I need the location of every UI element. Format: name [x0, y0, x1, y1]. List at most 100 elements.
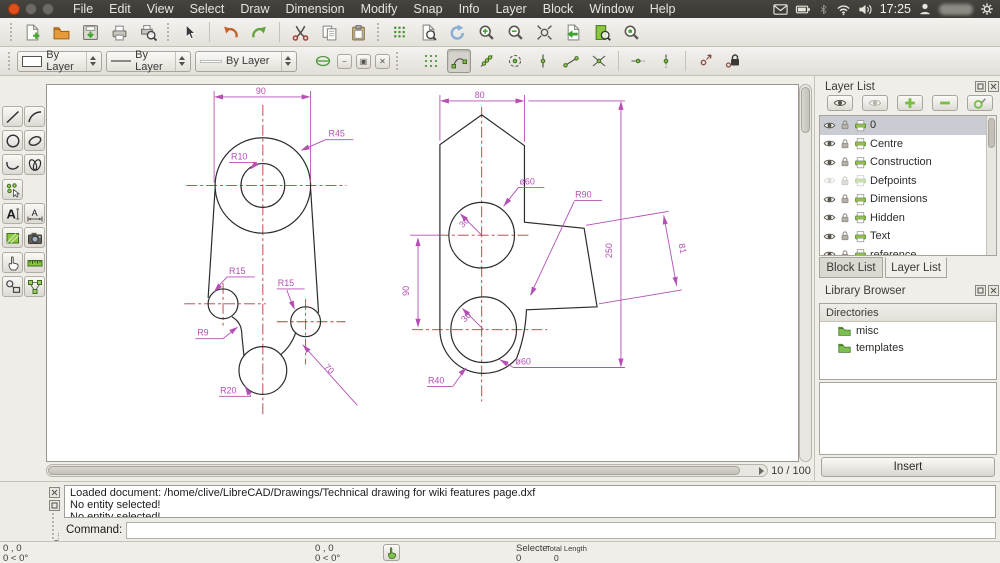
- spinner[interactable]: [281, 51, 294, 71]
- snap-on-entity-button[interactable]: [475, 49, 499, 73]
- print-button[interactable]: [107, 20, 131, 44]
- toolbar-grip[interactable]: [10, 23, 13, 41]
- layer-row[interactable]: Construction: [820, 153, 996, 172]
- eye-icon[interactable]: [823, 193, 836, 206]
- layer-list-float-button[interactable]: [975, 81, 986, 92]
- minimize-button[interactable]: [25, 3, 37, 15]
- battery-icon[interactable]: [795, 2, 811, 17]
- snap-center-button[interactable]: [503, 49, 527, 73]
- restrict-horizontal-button[interactable]: [626, 49, 650, 73]
- hatch-button[interactable]: [2, 227, 23, 248]
- layer-row[interactable]: Defpoints: [820, 172, 996, 191]
- print-icon[interactable]: [854, 119, 867, 132]
- layer-row[interactable]: Centre: [820, 135, 996, 154]
- zoom-auto-button[interactable]: [532, 20, 556, 44]
- paste-button[interactable]: [346, 20, 370, 44]
- vertical-scrollbar[interactable]: [799, 84, 812, 462]
- redraw-button[interactable]: [445, 20, 469, 44]
- eye-icon[interactable]: [823, 230, 836, 243]
- layer-row[interactable]: Text: [820, 227, 996, 246]
- toolbar-grip[interactable]: [396, 52, 399, 70]
- library-folder-templates[interactable]: templates: [820, 339, 996, 356]
- eye-icon[interactable]: [823, 156, 836, 169]
- volume-icon[interactable]: [858, 2, 873, 17]
- zoom-previous-button[interactable]: [561, 20, 585, 44]
- zoom-pan-button[interactable]: [619, 20, 643, 44]
- menu-window[interactable]: Window: [581, 2, 641, 16]
- lock-icon[interactable]: [839, 138, 851, 150]
- eye-icon[interactable]: [823, 174, 836, 187]
- lock-icon[interactable]: [839, 212, 851, 224]
- zoom-window-button[interactable]: [416, 20, 440, 44]
- draw-polyline-button[interactable]: [2, 154, 23, 175]
- command-close-button[interactable]: [49, 487, 60, 498]
- lock-icon[interactable]: [839, 249, 851, 256]
- hscroll-thumb[interactable]: [48, 466, 740, 475]
- snap-middle-button[interactable]: [531, 49, 555, 73]
- print-icon[interactable]: [854, 211, 867, 224]
- menu-snap[interactable]: Snap: [405, 2, 450, 16]
- block-button[interactable]: [24, 276, 45, 297]
- close-button[interactable]: [8, 3, 20, 15]
- clock[interactable]: 17:25: [880, 2, 911, 16]
- username-blurred[interactable]: [939, 3, 973, 15]
- layer-row[interactable]: reference: [820, 246, 996, 256]
- print-icon[interactable]: [854, 137, 867, 150]
- menu-info[interactable]: Info: [451, 2, 488, 16]
- maximize-button[interactable]: [42, 3, 54, 15]
- hide-all-layers-button[interactable]: [862, 95, 888, 111]
- modify-layer-button[interactable]: [967, 95, 993, 111]
- command-input[interactable]: [126, 522, 996, 539]
- save-button[interactable]: [78, 20, 102, 44]
- print-icon[interactable]: [854, 230, 867, 243]
- eye-icon[interactable]: [823, 211, 836, 224]
- selection-mode-button[interactable]: [383, 544, 400, 561]
- lock-icon[interactable]: [839, 119, 851, 131]
- snap-grid-button[interactable]: [419, 49, 443, 73]
- pen-width-select[interactable]: By Layer: [106, 49, 191, 73]
- vscroll-thumb[interactable]: [801, 87, 810, 133]
- toolbar-grip[interactable]: [8, 52, 11, 70]
- menu-draw[interactable]: Draw: [232, 2, 277, 16]
- new-document-button[interactable]: [20, 20, 44, 44]
- layer-list-close-button[interactable]: [988, 81, 999, 92]
- eye-icon[interactable]: [823, 248, 836, 256]
- bluetooth-icon[interactable]: [818, 2, 829, 17]
- show-all-layers-button[interactable]: [827, 95, 853, 111]
- zoom-out-button[interactable]: [503, 20, 527, 44]
- menu-modify[interactable]: Modify: [353, 2, 406, 16]
- drawing-view[interactable]: 90 R45 R10 R15 R15 R9 R20 70 80 ø60 R90 …: [46, 84, 799, 462]
- menu-file[interactable]: File: [65, 2, 101, 16]
- gear-icon[interactable]: [980, 2, 994, 16]
- layer-row[interactable]: 0: [820, 116, 996, 135]
- tab-block-list[interactable]: Block List: [819, 257, 883, 278]
- lock-icon[interactable]: [839, 193, 851, 205]
- zoom-page-button[interactable]: [590, 20, 614, 44]
- explode-button[interactable]: [2, 276, 23, 297]
- pen-color-select[interactable]: By Layer: [17, 49, 102, 73]
- horizontal-scrollbar[interactable]: [46, 464, 768, 477]
- hscroll-right-arrow[interactable]: [759, 467, 764, 475]
- print-icon[interactable]: [854, 193, 867, 206]
- menu-select[interactable]: Select: [182, 2, 233, 16]
- menu-view[interactable]: View: [139, 2, 182, 16]
- menu-help[interactable]: Help: [642, 2, 684, 16]
- tab-layer-list[interactable]: Layer List: [885, 257, 947, 278]
- spinner[interactable]: [86, 51, 99, 71]
- select-button[interactable]: [2, 252, 23, 273]
- cut-button[interactable]: [288, 20, 312, 44]
- lock-icon[interactable]: [839, 230, 851, 242]
- lock-icon[interactable]: [839, 156, 851, 168]
- snap-endpoint-button[interactable]: [447, 49, 471, 73]
- draw-point-button[interactable]: [2, 179, 23, 200]
- wifi-icon[interactable]: [836, 2, 851, 17]
- toolbar-grip[interactable]: [377, 23, 380, 41]
- print-icon[interactable]: [854, 156, 867, 169]
- layer-row[interactable]: Dimensions: [820, 190, 996, 209]
- zoom-in-button[interactable]: [474, 20, 498, 44]
- pen-linetype-select[interactable]: By Layer: [195, 50, 297, 72]
- dimension-button[interactable]: [24, 203, 45, 224]
- layer-scroll-thumb[interactable]: [988, 118, 995, 148]
- layer-row[interactable]: Hidden: [820, 209, 996, 228]
- eye-icon[interactable]: [823, 137, 836, 150]
